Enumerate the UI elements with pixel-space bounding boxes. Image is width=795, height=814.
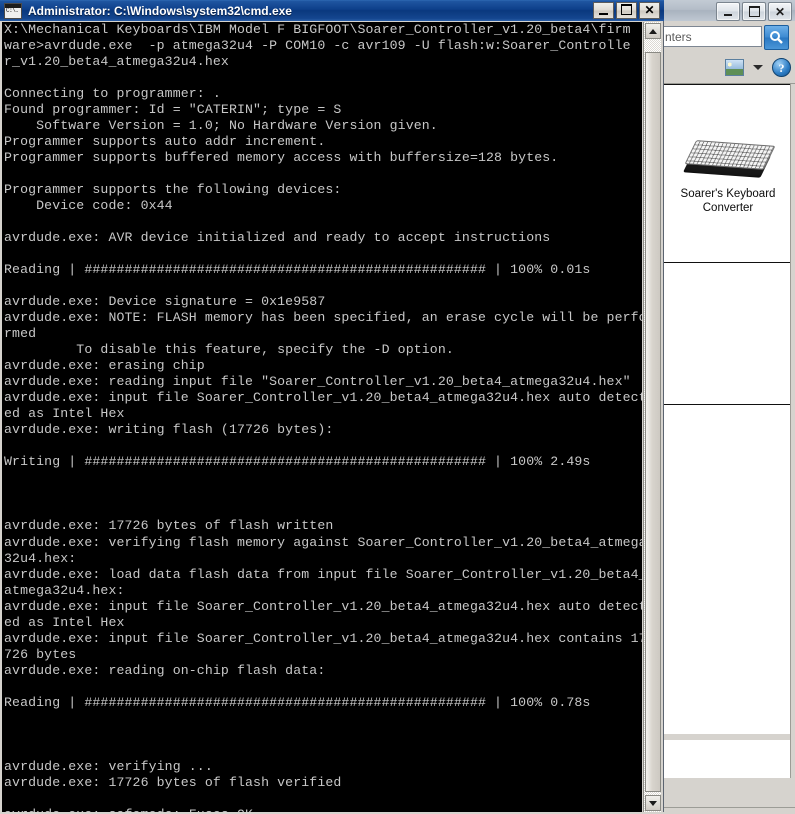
console-vertical-scrollbar[interactable] — [643, 22, 661, 812]
minimize-icon — [724, 13, 732, 16]
triangle-up-icon — [649, 28, 657, 34]
explorer-maximize-button[interactable] — [742, 2, 766, 21]
explorer-toolbar-right-group: ? — [725, 58, 791, 77]
cmd-minimize-button[interactable] — [593, 2, 614, 19]
search-input[interactable]: nters — [662, 26, 762, 47]
cmd-window-buttons: ✕ — [593, 2, 660, 19]
maximize-icon — [748, 6, 760, 17]
picture-glyph — [726, 60, 743, 75]
minimize-icon — [599, 13, 608, 15]
cmd-console-icon — [4, 2, 22, 19]
console-text: X:\Mechanical Keyboards\IBM Model F BIGF… — [4, 22, 642, 812]
change-view-icon[interactable] — [725, 59, 744, 76]
cmd-close-button[interactable]: ✕ — [639, 2, 660, 19]
desktop-screen: ✕ nters ? Soarer's Keyboard Converter C:… — [0, 0, 795, 814]
command-prompt-window[interactable]: Administrator: C:\Windows\system32\cmd.e… — [0, 0, 664, 814]
explorer-toolbar: ? — [660, 54, 795, 84]
close-icon: ✕ — [644, 3, 655, 17]
list-group — [664, 262, 790, 404]
list-item[interactable]: Soarer's Keyboard Converter — [678, 135, 778, 215]
search-icon[interactable] — [764, 25, 789, 50]
cmd-maximize-button[interactable] — [616, 2, 637, 19]
explorer-window-buttons: ✕ — [716, 2, 792, 21]
console-output-area[interactable]: X:\Mechanical Keyboards\IBM Model F BIGF… — [2, 22, 642, 812]
list-group — [664, 740, 790, 774]
cmd-titlebar[interactable]: Administrator: C:\Windows\system32\cmd.e… — [0, 0, 664, 21]
close-icon: ✕ — [774, 4, 786, 19]
explorer-bottom-border — [660, 807, 795, 814]
scrollbar-down-button[interactable] — [645, 795, 661, 811]
explorer-close-button[interactable]: ✕ — [768, 2, 792, 21]
list-group — [664, 404, 790, 734]
triangle-down-icon — [649, 800, 657, 806]
maximize-icon — [621, 4, 632, 15]
windows-explorer-window[interactable]: ✕ nters ? Soarer's Keyboard Converter — [660, 0, 795, 814]
scrollbar-up-button[interactable] — [645, 23, 661, 39]
keyboard-icon — [682, 135, 776, 183]
help-icon[interactable]: ? — [772, 58, 791, 77]
explorer-titlebar[interactable]: ✕ — [660, 0, 795, 22]
window-title: Administrator: C:\Windows\system32\cmd.e… — [28, 3, 292, 18]
explorer-minimize-button[interactable] — [716, 2, 740, 21]
explorer-item-list[interactable]: Soarer's Keyboard Converter — [663, 84, 791, 778]
explorer-search-row: nters — [660, 21, 795, 54]
list-group: Soarer's Keyboard Converter — [664, 84, 790, 262]
chevron-down-icon[interactable] — [753, 65, 763, 70]
search-input-value: nters — [665, 30, 692, 44]
list-item-label: Soarer's Keyboard Converter — [680, 188, 776, 214]
scrollbar-thumb[interactable] — [645, 52, 661, 792]
